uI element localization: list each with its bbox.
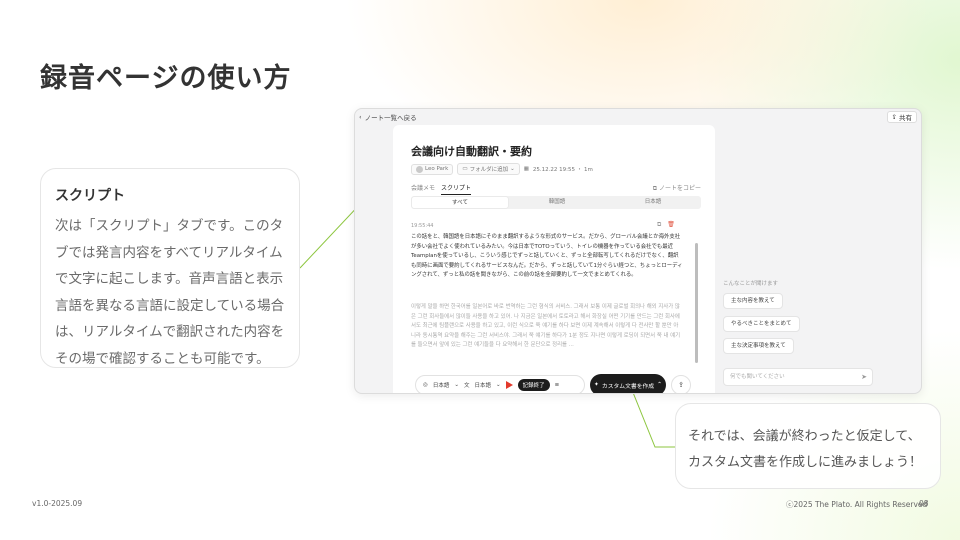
- suggestions-label: こんなことが聞けます: [723, 281, 779, 287]
- app-topbar: ‹ ノート一覧へ戻る ⇪ 共有: [355, 109, 921, 125]
- back-link-label: ノート一覧へ戻る: [364, 114, 417, 122]
- copy-note-button[interactable]: ⧉ ノートをコピー: [653, 183, 701, 193]
- create-custom-doc-button[interactable]: ✦ カスタム文書を作成 ⌃: [590, 374, 666, 393]
- chevron-down-icon: ⌄: [495, 382, 501, 388]
- ask-input[interactable]: 何でも聞いてください ➤: [723, 368, 873, 386]
- note-date: 25.12.22 19:55 ・ 1m: [532, 167, 593, 173]
- note-title: 会議向け自動翻訳・要約: [411, 145, 532, 158]
- app-screenshot: ‹ ノート一覧へ戻る ⇪ 共有 会議向け自動翻訳・要約 Leo Park ▭ フ…: [354, 108, 922, 394]
- record-play-icon[interactable]: [505, 381, 513, 389]
- share-button[interactable]: ⇪ 共有: [886, 111, 917, 123]
- transcript-japanese: この話をと、韓国語を日本語にそのまま翻訳するような形式のサービス。だから、グロー…: [411, 234, 683, 279]
- calendar-icon: ▦: [523, 166, 529, 172]
- language-segment: すべて 韓国語 日本語: [411, 196, 701, 209]
- copy-note-label: ノートをコピー: [658, 185, 701, 192]
- back-to-notes-link[interactable]: ‹ ノート一覧へ戻る: [359, 112, 417, 122]
- note-tabs: 会議メモ スクリプト ⧉ ノートをコピー: [411, 181, 701, 195]
- export-button[interactable]: ⇪: [671, 375, 691, 393]
- display-language-select[interactable]: 日本語: [474, 381, 491, 389]
- suggestion-main-content[interactable]: 主な内容を教えて: [723, 293, 783, 309]
- script-explanation-card: スクリプト 次は「スクリプト」タブです。このタブでは発言内容をすべてリアルタイム…: [40, 168, 300, 368]
- transcript-scrollbar[interactable]: [695, 243, 698, 363]
- footer-version: v1.0-2025.09: [32, 499, 83, 508]
- add-folder-chip[interactable]: ▭ フォルダに追加 ⌄: [457, 163, 520, 175]
- copy-icon[interactable]: ⧉: [657, 221, 661, 229]
- chevron-up-icon: ⌃: [657, 382, 662, 388]
- sparkle-icon: ✦: [594, 382, 599, 388]
- custom-doc-card-body: それでは、会議が終わったと仮定して、カスタム文書を作成しに進みましょう！: [688, 429, 923, 470]
- segment-all[interactable]: すべて: [412, 197, 508, 208]
- chevron-left-icon: ‹: [359, 113, 362, 121]
- transcript-actions: ⧉ 🗑: [657, 221, 675, 229]
- folder-icon: ▭: [462, 166, 468, 172]
- tab-meeting-memo[interactable]: 会議メモ: [411, 183, 435, 192]
- headphones-icon: ◎: [423, 382, 428, 388]
- avatar: [416, 165, 423, 173]
- script-card-title: スクリプト: [55, 188, 125, 204]
- user-name: Leo Park: [425, 166, 449, 172]
- footer-copyright: ⓒ2025 The Plato. All Rights Reserved: [786, 500, 928, 509]
- menu-icon[interactable]: ≡: [555, 382, 560, 388]
- translate-icon: 文: [463, 383, 470, 389]
- send-icon[interactable]: ➤: [861, 369, 867, 386]
- chevron-down-icon: ⌄: [454, 382, 459, 388]
- suggestion-todo[interactable]: やるべきことをまとめて: [723, 316, 800, 332]
- share-icon: ⇪: [891, 113, 897, 121]
- transcript-timestamp: 19:55:44: [411, 223, 434, 229]
- custom-doc-explanation-card: それでは、会議が終わったと仮定して、カスタム文書を作成しに進みましょう！: [675, 403, 941, 489]
- chevron-down-icon: ⌄: [510, 166, 515, 172]
- segment-korean[interactable]: 韓国語: [509, 196, 605, 209]
- trash-icon[interactable]: 🗑: [667, 221, 675, 229]
- connector-custom-doc: [631, 389, 675, 448]
- transcript-korean: 이렇게 말을 하면 한국어를 일본어로 바로 번역하는 그런 형식의 서비스. …: [411, 304, 681, 349]
- segment-japanese[interactable]: 日本語: [605, 196, 701, 209]
- page-title: 録音ページの使い方: [40, 63, 292, 94]
- upload-icon: ⇪: [678, 381, 684, 389]
- user-chip[interactable]: Leo Park: [411, 163, 454, 175]
- note-panel: 会議向け自動翻訳・要約 Leo Park ▭ フォルダに追加 ⌄ ▦ 25.12…: [393, 125, 715, 393]
- share-label: 共有: [899, 114, 912, 122]
- add-folder-label: フォルダに追加: [469, 167, 509, 173]
- ask-placeholder: 何でも聞いてください: [730, 374, 785, 380]
- create-custom-doc-label: カスタム文書を作成: [601, 383, 655, 390]
- suggestion-decisions[interactable]: 主な決定事項を教えて: [723, 338, 794, 354]
- footer-page-number: 08: [919, 499, 929, 508]
- speech-language-select[interactable]: 日本語: [433, 381, 450, 389]
- script-card-body: 次は「スクリプト」タブです。このタブでは発言内容をすべてリアルタイムで文字に起こ…: [55, 218, 285, 367]
- end-recording-button[interactable]: 記録終了: [517, 379, 550, 391]
- note-meta: Leo Park ▭ フォルダに追加 ⌄ ▦ 25.12.22 19:55 ・ …: [411, 163, 593, 175]
- tab-script[interactable]: スクリプト: [441, 183, 472, 195]
- recording-controls: ◎ 日本語 ⌄ 文 日本語 ⌄ 記録終了 ≡: [415, 375, 585, 393]
